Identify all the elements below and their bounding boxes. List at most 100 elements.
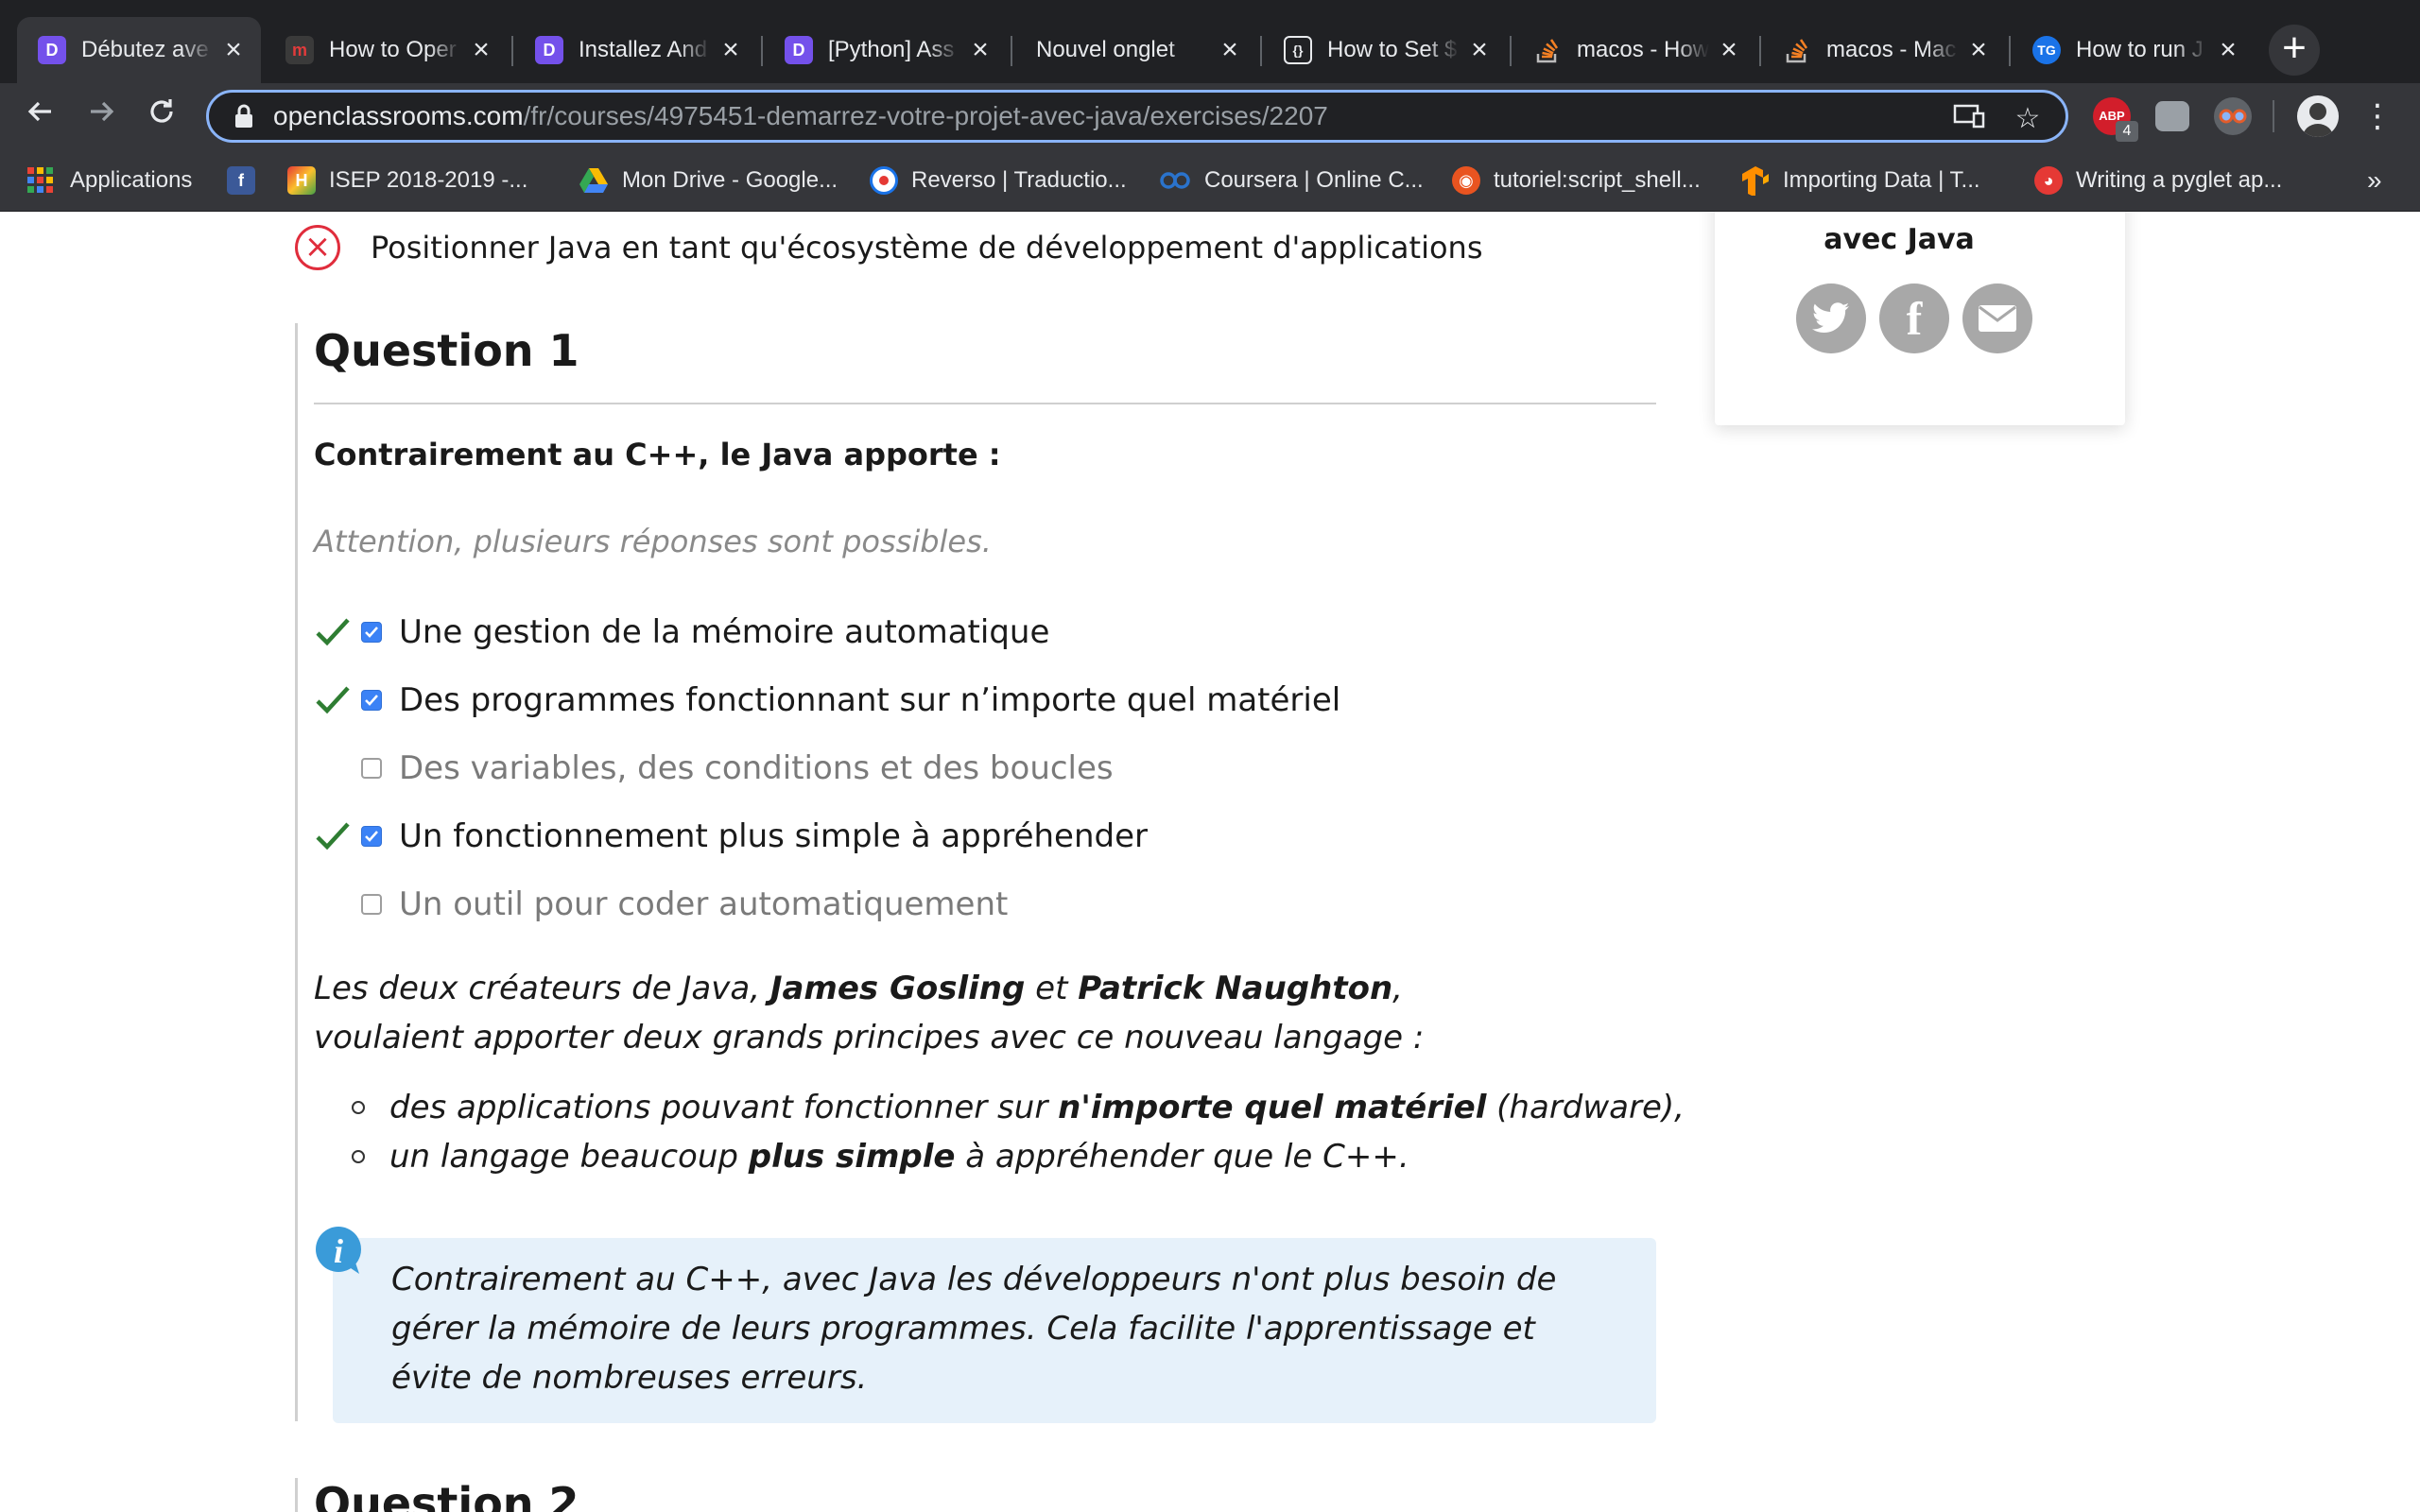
list-item: un langage beaucoup plus simple à appréh…: [352, 1138, 1409, 1176]
tab-2[interactable]: D Installez And ×: [514, 17, 758, 83]
close-icon[interactable]: ×: [1964, 36, 1993, 64]
tab-separator: [1759, 36, 1761, 66]
tab-separator: [1260, 36, 1262, 66]
divider: [314, 403, 1656, 404]
bookmark-reverso[interactable]: Reverso | Traductio...: [870, 163, 1127, 198]
share-card-title: avec Java: [1824, 223, 1975, 256]
checkbox-unchecked[interactable]: [361, 758, 382, 779]
m-icon: m: [285, 36, 314, 64]
tab-0[interactable]: D Débutez ave ×: [17, 17, 261, 83]
bookmark-coursera[interactable]: Coursera | Online C...: [1159, 163, 1424, 198]
code-icon: {}: [1284, 36, 1312, 64]
mail-icon: [1979, 305, 2016, 332]
star-icon[interactable]: ☆: [2011, 102, 2045, 136]
bookmark-label: ISEP 2018-2019 -...: [329, 167, 528, 193]
close-icon[interactable]: ×: [467, 36, 495, 64]
checkbox-checked[interactable]: [361, 826, 382, 847]
openclassrooms-icon: D: [785, 36, 813, 64]
close-icon[interactable]: ×: [2214, 36, 2242, 64]
answer-option[interactable]: Un fonctionnement plus simple à appréhen…: [314, 813, 1148, 860]
tab-5[interactable]: {} How to Set $ ×: [1263, 17, 1507, 83]
pyglet-icon: ◕: [2034, 166, 2063, 195]
bullet-icon: [352, 1150, 365, 1163]
tab-4[interactable]: Nouvel onglet ×: [1013, 17, 1257, 83]
new-tab-button[interactable]: +: [2269, 25, 2320, 76]
tab-title: Nouvel onglet: [1036, 37, 1175, 62]
avatar[interactable]: [2297, 95, 2339, 137]
reverso-icon: [870, 166, 898, 195]
close-icon[interactable]: ×: [1465, 36, 1494, 64]
facebook-share-button[interactable]: f: [1879, 284, 1949, 353]
checkmark-icon: [365, 627, 378, 638]
bookmark-label: Importing Data | T...: [1783, 167, 1980, 193]
bookmark-label: Mon Drive - Google...: [622, 167, 838, 193]
bookmark-pyglet[interactable]: ◕ Writing a pyglet ap...: [2034, 163, 2282, 198]
bookmark-applications[interactable]: Applications: [26, 163, 192, 198]
page-content: × Positionner Java en tant qu'écosystème…: [0, 212, 2420, 1512]
back-button[interactable]: [17, 93, 64, 140]
option-label: Des programmes fonctionnant sur n’import…: [399, 681, 1341, 719]
answer-option[interactable]: Des variables, des conditions et des bou…: [314, 745, 1114, 792]
list-item: des applications pouvant fonctionner sur…: [352, 1089, 1685, 1126]
bookmark-label: tutoriel:script_shell...: [1494, 167, 1701, 193]
google-drive-icon: [579, 168, 608, 193]
tab-strip: D Débutez ave × m How to Oper × D Instal…: [0, 0, 2420, 83]
close-icon[interactable]: ×: [219, 36, 248, 64]
menu-kebab-icon[interactable]: ⋮: [2354, 93, 2401, 140]
url-text[interactable]: openclassrooms.com/fr/courses/4975451-de…: [273, 101, 1328, 131]
share-card: avec Java f: [1715, 212, 2125, 425]
answer-option[interactable]: Une gestion de la mémoire automatique: [314, 609, 1049, 656]
correct-check-icon: [316, 686, 350, 714]
tab-8[interactable]: TG How to run J ×: [2012, 17, 2256, 83]
reload-icon: [150, 99, 173, 123]
cast-icon[interactable]: [1952, 102, 1986, 136]
close-icon[interactable]: ×: [717, 36, 745, 64]
forward-button[interactable]: [78, 93, 125, 140]
checkbox-unchecked[interactable]: [361, 894, 382, 915]
checkbox-checked[interactable]: [361, 622, 382, 643]
stackoverflow-icon: [1783, 36, 1811, 64]
question-prompt: Contrairement au C++, le Java apporte :: [314, 437, 1001, 472]
checkbox-checked[interactable]: [361, 690, 382, 711]
tab-1[interactable]: m How to Oper ×: [265, 17, 509, 83]
adblock-count-badge: 4: [2116, 121, 2138, 142]
bookmark-label: Applications: [70, 167, 193, 193]
bookmark-facebook[interactable]: f: [227, 163, 268, 198]
option-label: Un outil pour coder automatiquement: [399, 885, 1009, 923]
tab-title: macos - How: [1577, 37, 1709, 62]
bookmarks-overflow-button[interactable]: »: [2367, 163, 2382, 198]
twitter-share-button[interactable]: [1796, 284, 1866, 353]
answer-option[interactable]: Des programmes fonctionnant sur n’import…: [314, 677, 1340, 724]
tab-6[interactable]: macos - How ×: [1512, 17, 1756, 83]
bookmarks-bar: Applications f H ISEP 2018-2019 -... Mon…: [0, 149, 2420, 212]
coursera-icon: [1160, 172, 1190, 189]
email-share-button[interactable]: [1962, 284, 2032, 353]
tab-7[interactable]: macos - Mac ×: [1762, 17, 2006, 83]
bookmark-importing-data[interactable]: Importing Data | T...: [1741, 163, 1980, 198]
tab-separator: [1011, 36, 1012, 66]
extension-icon[interactable]: [2155, 101, 2189, 131]
tg-icon: TG: [2032, 36, 2061, 64]
svg-text:i: i: [334, 1232, 343, 1270]
bookmark-isep[interactable]: H ISEP 2018-2019 -...: [287, 163, 527, 198]
bookmark-tutoriel[interactable]: ◉ tutoriel:script_shell...: [1452, 163, 1701, 198]
correct-check-icon: [316, 822, 350, 850]
glasses-extension-icon[interactable]: [2214, 97, 2252, 135]
answer-option[interactable]: Un outil pour coder automatiquement: [314, 881, 1008, 928]
tab-title: macos - Mac: [1826, 37, 1957, 62]
openclassrooms-icon: D: [38, 36, 66, 64]
checkmark-icon: [365, 831, 378, 842]
objective-row: × Positionner Java en tant qu'écosystème…: [295, 225, 1482, 270]
bookmark-google-drive[interactable]: Mon Drive - Google...: [579, 163, 838, 198]
address-bar[interactable]: openclassrooms.com/fr/courses/4975451-de…: [206, 90, 2068, 143]
apps-grid-icon: [27, 167, 53, 193]
tab-3[interactable]: D [Python] Ass ×: [764, 17, 1008, 83]
bookmark-label: Reverso | Traductio...: [911, 167, 1127, 193]
close-icon[interactable]: ×: [966, 36, 994, 64]
close-icon[interactable]: ×: [1216, 36, 1244, 64]
reload-button[interactable]: [138, 93, 185, 140]
close-icon[interactable]: ×: [1715, 36, 1743, 64]
tab-separator: [1510, 36, 1512, 66]
bookmark-label: Coursera | Online C...: [1204, 167, 1424, 193]
arrow-right-icon: [91, 101, 114, 122]
